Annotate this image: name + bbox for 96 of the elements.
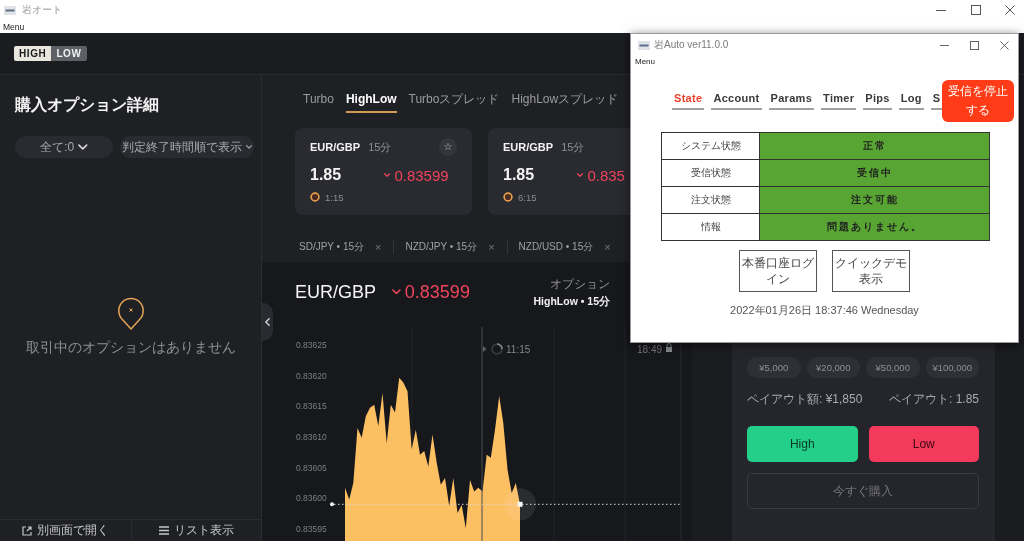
y-axis-label: 0.83600 bbox=[296, 493, 327, 504]
arrow-icon bbox=[483, 346, 487, 352]
tab[interactable]: Params bbox=[768, 92, 815, 110]
footer-button[interactable]: リスト表示 bbox=[130, 520, 261, 541]
panel-title: 購入オプション詳細 bbox=[15, 95, 160, 115]
filter-dropdown[interactable]: 判定終了時間順で表示 bbox=[120, 136, 254, 158]
y-axis-label: 0.83620 bbox=[296, 370, 327, 381]
payout-rate: ペイアウト: 1.85 bbox=[888, 390, 979, 408]
external-window-icon bbox=[21, 525, 32, 536]
window-title: 岩Auto ver11.0.0 bbox=[654, 39, 729, 51]
timer-ring-icon bbox=[503, 192, 513, 202]
amount-chip[interactable]: ¥50,000 bbox=[866, 357, 920, 378]
minimize-icon bbox=[939, 44, 949, 46]
product-tab[interactable]: HighLowスプレッド bbox=[511, 93, 619, 113]
close-tab-button[interactable]: × bbox=[488, 241, 495, 253]
tab[interactable]: Timer bbox=[821, 92, 857, 110]
amount-chip[interactable]: ¥100,000 bbox=[925, 357, 979, 378]
asset-card[interactable]: EUR/GBP 15分 ☆ 1.85 0.83599 1:15 bbox=[295, 128, 472, 215]
asset-tab[interactable]: SD/JPY • 15分 bbox=[299, 240, 364, 254]
product-tab[interactable]: Turboスプレッド bbox=[408, 93, 500, 113]
maximize-icon bbox=[969, 40, 979, 50]
close-tab-button[interactable]: × bbox=[375, 241, 382, 253]
duration-text: 15分 bbox=[561, 139, 585, 155]
minimize-icon bbox=[936, 9, 946, 11]
status-label-cell: 情報 bbox=[662, 214, 760, 241]
pair-name: EUR/GBP bbox=[503, 141, 554, 153]
app-icon bbox=[4, 5, 16, 15]
high-button[interactable]: High bbox=[747, 426, 858, 462]
tab[interactable]: Account bbox=[711, 92, 762, 110]
favorite-button[interactable]: ☆ bbox=[439, 138, 457, 156]
y-axis-label: 0.83615 bbox=[296, 401, 327, 412]
pin-icon bbox=[116, 297, 145, 330]
amount-chip[interactable]: ¥5,000 bbox=[747, 357, 801, 378]
time-left: 6:15 bbox=[518, 191, 537, 203]
current-price-marker bbox=[504, 488, 536, 521]
time-left: 1:15 bbox=[325, 191, 344, 203]
logo-word: HIGH bbox=[14, 46, 52, 61]
lock-icon bbox=[666, 343, 672, 352]
maximize-icon bbox=[971, 5, 981, 15]
tab[interactable]: Pips bbox=[863, 92, 892, 110]
app-icon bbox=[638, 40, 650, 50]
payout-value: 1.85 bbox=[310, 166, 343, 184]
filter-dropdown[interactable]: 全て:0 bbox=[15, 136, 113, 158]
product-tab[interactable]: HighLow bbox=[345, 93, 397, 113]
product-tab[interactable]: Turbo bbox=[303, 93, 334, 113]
asset-card[interactable]: EUR/GBP 15分 1.85 0.835 6:15 bbox=[488, 128, 630, 215]
pair-name: EUR/GBP bbox=[310, 141, 361, 153]
footer-button[interactable]: 別画面で開く bbox=[0, 520, 131, 541]
status-label-cell: システム状態 bbox=[662, 133, 760, 160]
status-value-cell: 正常 bbox=[760, 133, 990, 160]
close-tab-button[interactable]: × bbox=[604, 241, 611, 253]
stop-receiving-button[interactable]: 受信を停止する bbox=[942, 80, 1014, 122]
payout-amount: ペイアウト額: ¥1,850 bbox=[747, 390, 863, 408]
buy-button[interactable]: 今すぐ購入 bbox=[747, 473, 979, 509]
close-icon bbox=[1005, 5, 1015, 15]
tab[interactable]: Log bbox=[898, 92, 924, 110]
menu-label[interactable]: Menu bbox=[3, 21, 25, 32]
chart-rate: 0.83599 bbox=[404, 281, 470, 303]
datetime-text: 2022年01月26日 18:37:46 Wednesday bbox=[729, 303, 920, 317]
chevron-down-icon bbox=[78, 144, 88, 150]
window-title: 岩オート bbox=[22, 4, 62, 16]
status-value-cell: 受信中 bbox=[760, 160, 990, 187]
chart-pair: EUR/GBP bbox=[295, 281, 377, 303]
y-axis-label: 0.83605 bbox=[296, 462, 327, 473]
rate-value: 0.835 bbox=[587, 166, 625, 184]
status-value-cell: 注文可能 bbox=[760, 187, 990, 214]
collapse-handle[interactable] bbox=[262, 303, 273, 341]
amount-chip[interactable]: ¥20,000 bbox=[806, 357, 860, 378]
duration-text: 15分 bbox=[368, 139, 392, 155]
chevron-down-icon bbox=[246, 145, 252, 149]
y-axis-label: 0.83625 bbox=[296, 340, 327, 351]
tab[interactable]: State bbox=[672, 92, 705, 110]
option-value: HighLow • 15分 bbox=[533, 294, 610, 309]
low-button[interactable]: Low bbox=[868, 426, 979, 462]
y-axis-label: 0.83610 bbox=[296, 432, 327, 443]
list-icon bbox=[158, 526, 169, 535]
status-label-cell: 注文状態 bbox=[662, 187, 760, 214]
menu-label[interactable]: Menu bbox=[635, 57, 655, 67]
close-time-label: 18:49 bbox=[637, 343, 663, 355]
demo-button[interactable]: クイックデモ表示 bbox=[832, 250, 910, 292]
status-label-cell: 受信状態 bbox=[662, 160, 760, 187]
timer-ring-icon bbox=[310, 192, 320, 202]
chevron-left-icon bbox=[265, 318, 270, 326]
empty-message: 取引中のオプションはありません bbox=[25, 339, 236, 355]
option-label: オプション bbox=[550, 275, 610, 293]
timer-ring-icon bbox=[491, 343, 503, 355]
payout-value: 1.85 bbox=[503, 166, 536, 184]
close-icon bbox=[999, 40, 1009, 50]
status-value-cell: 問題ありません。 bbox=[760, 214, 990, 241]
time-label: 11:15 bbox=[506, 343, 531, 355]
logo-word: LOW bbox=[51, 46, 87, 61]
rate-value: 0.83599 bbox=[394, 166, 449, 184]
asset-tab[interactable]: NZD/JPY • 15分 bbox=[405, 240, 478, 254]
y-axis-label: 0.83595 bbox=[296, 523, 327, 534]
asset-tab[interactable]: NZD/USD • 15分 bbox=[518, 240, 594, 254]
login-button[interactable]: 本番口座ログイン bbox=[739, 250, 817, 292]
